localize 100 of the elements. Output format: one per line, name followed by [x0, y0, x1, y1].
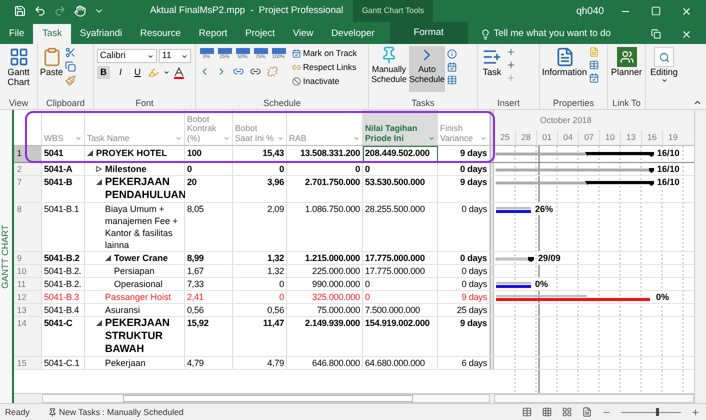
caret-icon[interactable] [163, 69, 170, 76]
bar-label: 0% [656, 291, 670, 303]
column-header[interactable]: Bobot Saat Ini % [233, 110, 287, 145]
close-icon[interactable] [681, 6, 692, 16]
schedule-mode-button[interactable]: Manually Schedule [371, 46, 407, 92]
ribbon-tab[interactable]: Syafriandi [70, 24, 132, 44]
row-number[interactable]: 12 [14, 291, 42, 303]
summary-bar[interactable] [496, 181, 654, 186]
editing-button[interactable]: Editing [646, 44, 682, 84]
table-icon[interactable] [447, 75, 457, 85]
timescale-month: October 2018 [539, 114, 593, 127]
schedule-action-button[interactable]: Inactivate [292, 76, 357, 87]
ribbon-tab[interactable]: Report [190, 24, 236, 44]
ribbon-tab[interactable]: Developer [322, 24, 384, 44]
row-number[interactable]: 13 [14, 304, 42, 316]
row-number[interactable]: 7 [14, 176, 42, 202]
collapse-icon[interactable] [105, 255, 111, 261]
restore-icon[interactable] [651, 29, 661, 39]
timescale-day: 04 [557, 130, 578, 145]
insert-task-button[interactable]: Task [482, 47, 502, 98]
ribbon-tab[interactable]: Task [33, 24, 71, 44]
dropdown-caret-icon[interactable] [175, 135, 182, 142]
planner-button[interactable]: Planner [608, 44, 645, 98]
schedule-mode-button[interactable]: Auto Schedule [409, 46, 445, 92]
expand-icon[interactable] [96, 166, 102, 172]
task-name: Passanger Hoist [105, 291, 172, 303]
horizontal-scrollbar[interactable] [42, 394, 490, 403]
maximize-icon[interactable] [651, 6, 661, 16]
zoom-in-icon[interactable] [691, 408, 700, 416]
ribbon-tab[interactable]: Format [390, 22, 468, 44]
summary-bar[interactable] [496, 168, 654, 173]
pin-icon [48, 408, 57, 416]
row-number[interactable]: 11 [14, 278, 42, 290]
task-name: Pekerjaan [105, 357, 146, 369]
task-name: Asuransi [105, 304, 140, 316]
close-icon[interactable] [681, 28, 692, 40]
collapse-ribbon-icon[interactable] [693, 98, 702, 107]
dropdown-caret-icon[interactable] [277, 135, 284, 142]
dropdown-caret-icon[interactable] [353, 135, 360, 142]
touch-mode-icon[interactable] [74, 5, 86, 17]
collapse-icon[interactable] [96, 320, 102, 326]
tell-me-field[interactable]: Tell me what you want to do [480, 24, 611, 44]
font-size-field[interactable]: 11 [159, 49, 191, 63]
ribbon-tab[interactable]: Resource [131, 24, 190, 44]
collapse-icon[interactable] [87, 150, 93, 156]
summary-bar[interactable] [496, 152, 654, 157]
new-tasks-mode[interactable]: New Tasks : Manually Scheduled [59, 406, 184, 418]
ribbon-tab[interactable]: File [0, 24, 34, 44]
horizontal-scrollbar[interactable] [494, 394, 694, 403]
link-icon[interactable] [250, 66, 261, 77]
paste-button[interactable]: Paste [40, 47, 64, 77]
critical-task-bar[interactable] [496, 295, 650, 301]
row-number[interactable]: 10 [14, 265, 42, 277]
dropdown-caret-icon[interactable] [428, 135, 435, 142]
collapse-icon[interactable] [96, 179, 102, 185]
zoom-thumb[interactable] [656, 408, 658, 416]
save-icon[interactable] [14, 5, 26, 17]
font-family-field[interactable]: Calibri [97, 49, 157, 63]
row-number[interactable]: 14 [14, 317, 42, 356]
dropdown-caret-icon[interactable] [223, 135, 230, 142]
schedule-action-button[interactable]: Respect Links [292, 62, 357, 73]
copy-icon[interactable] [65, 61, 76, 72]
column-header[interactable]: RAB [287, 110, 363, 145]
dropdown-caret-icon[interactable] [480, 135, 487, 142]
column-header[interactable]: WBS [42, 110, 85, 145]
cut-icon[interactable] [65, 47, 76, 58]
details-icon[interactable] [589, 60, 600, 70]
row-number[interactable]: 8 [14, 203, 42, 251]
task-bar[interactable] [496, 282, 531, 288]
calendar-icon[interactable] [447, 62, 457, 72]
row-number[interactable]: 1 [14, 146, 42, 162]
info-icon[interactable] [447, 49, 457, 59]
gantt-chart-button[interactable]: Gantt Chart [0, 44, 37, 98]
row-number[interactable]: 9 [14, 252, 42, 264]
caret-icon[interactable] [147, 52, 154, 60]
schedule-action-button[interactable]: Mark on Track [292, 48, 357, 59]
row-number[interactable]: 15 [14, 357, 42, 369]
bar-label: 16/10 [657, 147, 680, 159]
task-bar[interactable] [496, 207, 531, 213]
font-color-icon[interactable] [174, 66, 184, 78]
information-button[interactable]: Information [542, 47, 588, 98]
vertical-scrollbar[interactable] [694, 110, 706, 403]
zoom-slider[interactable] [621, 408, 681, 416]
column-header[interactable]: Nilai Tagihan Priode Ini [363, 110, 438, 145]
ribbon-tab[interactable]: Project [236, 24, 284, 44]
undo-icon[interactable] [34, 5, 46, 17]
dropdown-caret-icon[interactable] [75, 135, 82, 142]
task-name: Tower Crane [114, 252, 168, 264]
row-number[interactable]: 2 [14, 163, 42, 175]
summary-bar[interactable] [496, 257, 534, 262]
bold-button[interactable]: B [97, 66, 110, 79]
column-header[interactable]: Finish Variance [438, 110, 490, 145]
format-painter-icon[interactable] [65, 75, 76, 86]
column-header[interactable]: Bobot Kontrak (%) [185, 110, 233, 145]
caret-icon[interactable] [181, 52, 188, 60]
underline-button[interactable]: U [131, 66, 144, 79]
column-header[interactable]: Task Name [85, 110, 185, 145]
ribbon-tab[interactable]: View [284, 24, 322, 44]
italic-button[interactable]: I [114, 66, 127, 79]
unlink-icon[interactable] [267, 66, 278, 77]
